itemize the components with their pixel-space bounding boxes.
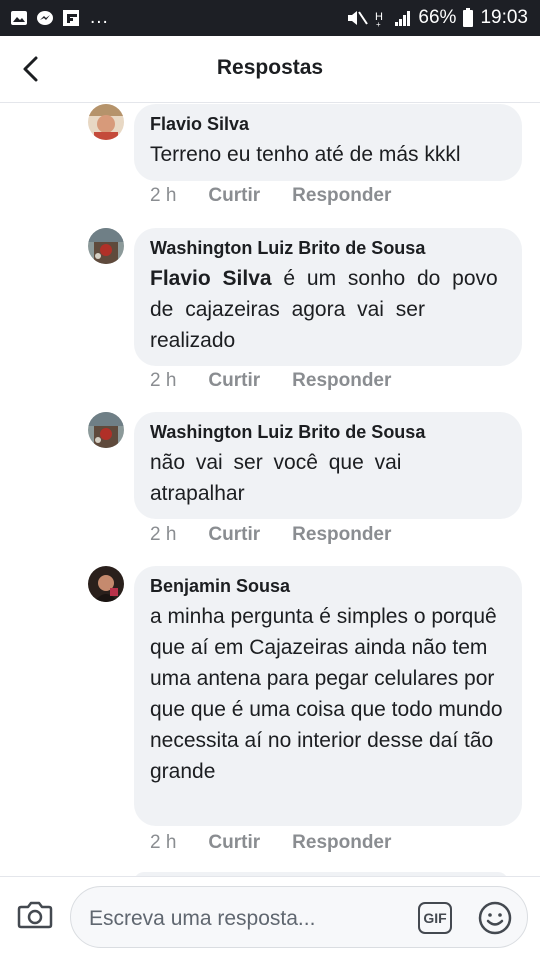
reply-input[interactable]: [87, 901, 411, 937]
mute-icon: [348, 11, 369, 25]
messenger-notification-icon: [37, 11, 53, 25]
flipboard-notification-icon: [63, 10, 79, 26]
reply-composer: GIF: [0, 876, 540, 961]
status-bar: ... H + 66% 19:03: [0, 0, 540, 36]
battery-icon: [463, 8, 474, 27]
like-button[interactable]: Curtir: [208, 832, 260, 854]
signal-icon: [395, 11, 411, 26]
comment-timestamp: 2 h: [150, 370, 177, 391]
comment-timestamp: 2 h: [150, 832, 177, 853]
comment-bubble: Washington Luiz Brito de Sousa não vai s…: [134, 412, 522, 519]
avatar[interactable]: [88, 412, 124, 448]
comment-actions: 2 h Curtir Responder: [150, 370, 391, 392]
comment-text: Flavio Silva é um sonho do povo de cajaz…: [150, 263, 506, 356]
comment-timestamp: 2 h: [150, 524, 177, 545]
comment-actions: 2 h Curtir Responder: [150, 185, 391, 207]
emoji-icon[interactable]: [477, 900, 513, 936]
comment-text: a minha pergunta é simples o porquê que …: [150, 605, 503, 783]
avatar[interactable]: [88, 566, 124, 602]
reply-button[interactable]: Responder: [292, 832, 391, 854]
reply-button[interactable]: Responder: [292, 370, 391, 392]
comment-actions: 2 h Curtir Responder: [150, 524, 391, 546]
comment-author[interactable]: Washington Luiz Brito de Sousa: [150, 422, 506, 443]
svg-text:+: +: [376, 20, 381, 27]
comment-timestamp: 2 h: [150, 185, 177, 206]
like-button[interactable]: Curtir: [208, 370, 260, 392]
comment-author[interactable]: Flavio Silva: [150, 114, 506, 135]
hplus-network-icon: H+: [375, 11, 383, 27]
avatar[interactable]: [88, 228, 124, 264]
battery-percentage: 66%: [418, 7, 457, 28]
gallery-notification-icon: [11, 11, 27, 25]
like-button[interactable]: Curtir: [208, 185, 260, 207]
reply-button[interactable]: Responder: [292, 185, 391, 207]
comment-actions: 2 h Curtir Responder: [150, 832, 391, 854]
like-button[interactable]: Curtir: [208, 524, 260, 546]
more-notifications-indicator: ...: [90, 7, 109, 28]
comment-text: não vai ser você que vai atrapalhar: [150, 451, 402, 505]
gif-button[interactable]: GIF: [418, 902, 452, 934]
comment-author[interactable]: Washington Luiz Brito de Sousa: [150, 238, 506, 259]
mention-link[interactable]: Flavio Silva: [150, 267, 272, 290]
comment-bubble: Washington Luiz Brito de Sousa Flavio Si…: [134, 228, 522, 366]
clock: 19:03: [480, 7, 528, 28]
app-header: Respostas: [0, 36, 540, 103]
page-title: Respostas: [216, 56, 324, 79]
comment-text: Terreno eu tenho até de más kkkl: [150, 143, 461, 166]
comment-bubble: Flavio Silva Terreno eu tenho até de más…: [134, 104, 522, 181]
avatar[interactable]: [88, 104, 124, 140]
reply-button[interactable]: Responder: [292, 524, 391, 546]
comment-bubble: Benjamin Sousa a minha pergunta é simple…: [134, 566, 522, 826]
camera-icon[interactable]: [16, 895, 54, 933]
reply-input-container: GIF: [70, 886, 528, 948]
comment-author[interactable]: Benjamin Sousa: [150, 576, 506, 597]
